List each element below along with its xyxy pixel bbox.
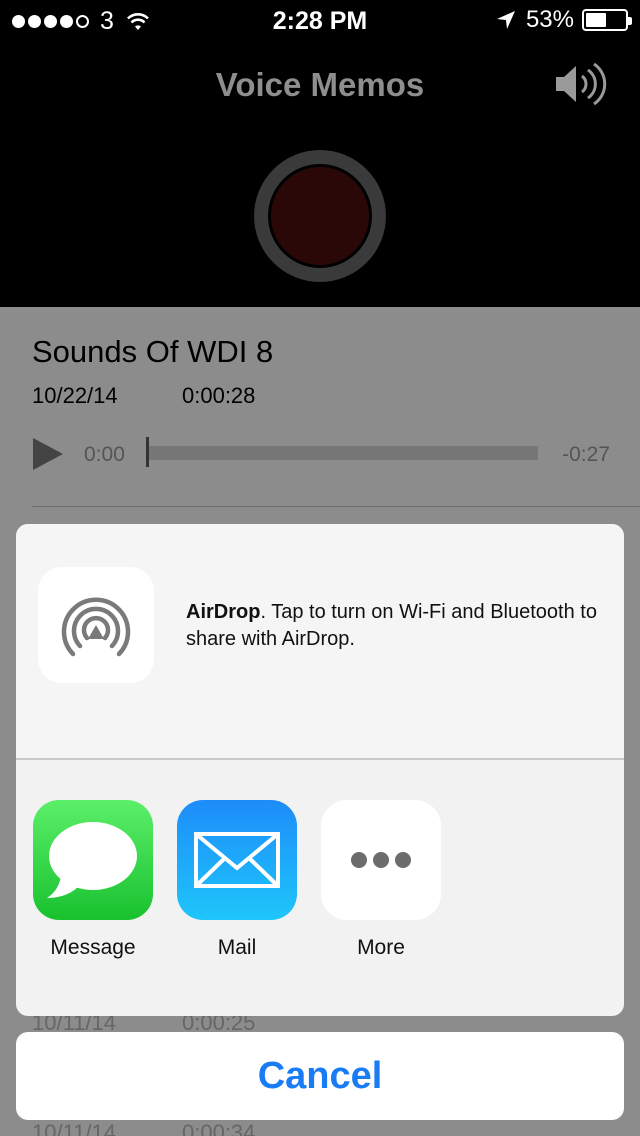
record-button[interactable] (268, 164, 372, 268)
cancel-button[interactable]: Cancel (16, 1032, 624, 1120)
remaining-time: -0:27 (562, 443, 610, 466)
sheet-divider (16, 758, 624, 760)
location-arrow-icon (496, 11, 515, 29)
airdrop-tile[interactable] (38, 567, 154, 683)
share-app-label: Message (50, 936, 136, 959)
recording-date: 10/22/14 (32, 383, 118, 408)
share-app-mail[interactable]: Mail (177, 800, 297, 960)
more-icon (321, 800, 441, 920)
status-bar: 3 2:28 PM 53% (0, 0, 640, 40)
list-item-date: 10/11/14 (32, 1120, 117, 1136)
airdrop-title: AirDrop (186, 601, 261, 623)
airdrop-section[interactable]: AirDrop. Tap to turn on Wi-Fi and Blueto… (16, 524, 624, 758)
share-app-label: More (357, 936, 405, 959)
playback-scrubber[interactable] (148, 446, 538, 460)
battery-percent: 53% (525, 6, 574, 33)
mail-icon (177, 800, 297, 920)
row-divider (32, 506, 640, 507)
share-app-label: Mail (217, 936, 257, 959)
battery-area: 53% (496, 6, 632, 34)
current-time: 0:00 (84, 443, 125, 466)
speaker-icon[interactable] (554, 62, 610, 106)
share-sheet: AirDrop. Tap to turn on Wi-Fi and Blueto… (16, 524, 624, 1016)
page-title: Voice Memos (215, 66, 425, 103)
play-icon[interactable] (32, 437, 64, 471)
recording-duration: 0:00:28 (182, 383, 256, 408)
recording-title: Sounds Of WDI 8 (32, 334, 274, 369)
battery-nub (628, 17, 632, 25)
battery-icon (582, 9, 632, 31)
message-icon (33, 800, 153, 920)
playhead-handle[interactable] (146, 437, 149, 467)
battery-fill (586, 13, 607, 27)
list-item-duration: 0:00:34 (182, 1120, 256, 1136)
share-app-message[interactable]: Message (33, 800, 153, 960)
airdrop-icon (61, 597, 131, 657)
airdrop-description: AirDrop. Tap to turn on Wi-Fi and Blueto… (186, 599, 606, 653)
share-app-more[interactable]: More (321, 800, 441, 960)
top-bar: 3 2:28 PM 53% Voice Memos (0, 0, 640, 307)
